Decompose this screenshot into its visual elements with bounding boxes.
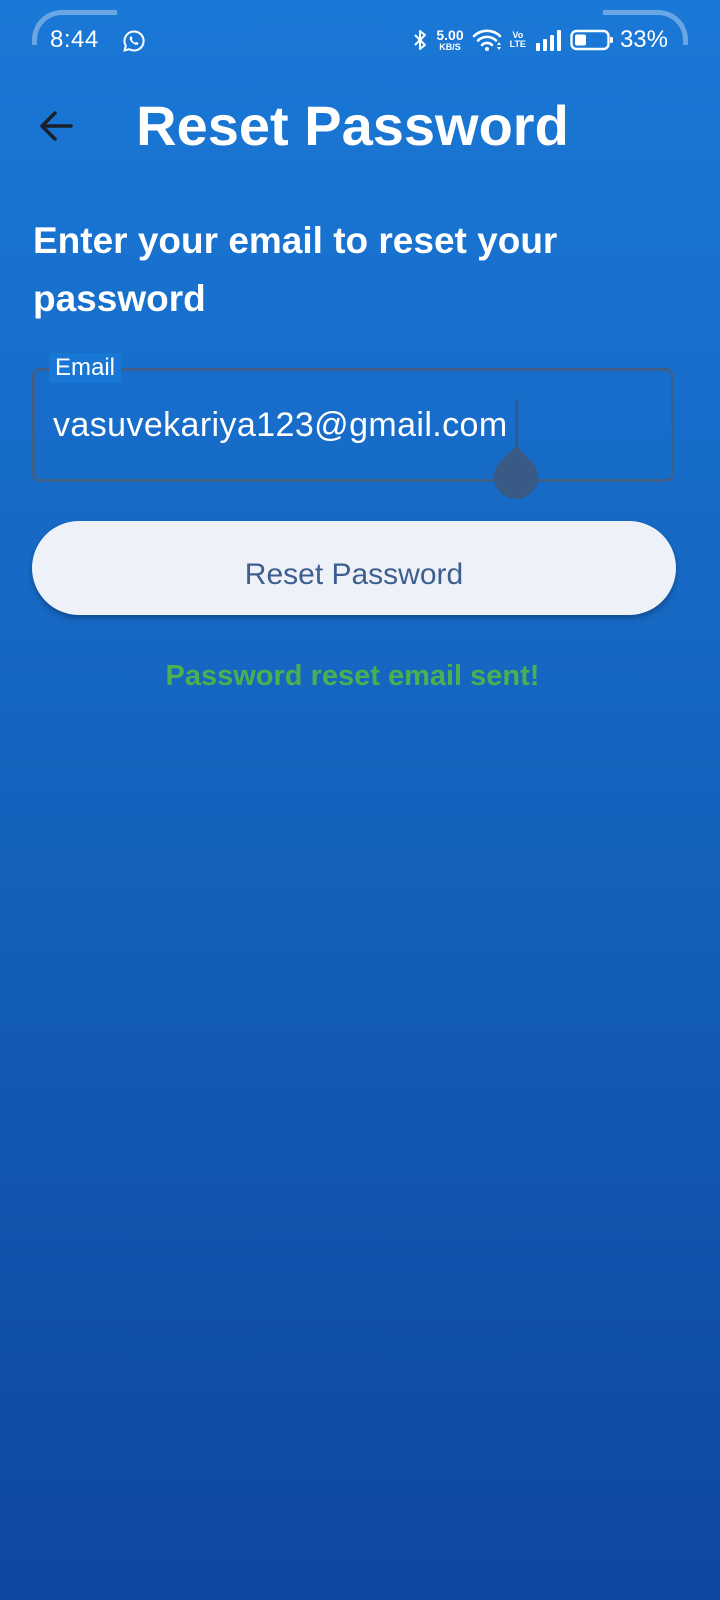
- wifi-icon: [472, 29, 501, 51]
- cursor-handle[interactable]: [484, 445, 548, 509]
- volte-bottom: LTE: [509, 39, 526, 49]
- reset-password-button-label: Reset Password: [244, 558, 464, 585]
- page-title: Reset Password: [136, 94, 569, 157]
- instruction-text: Enter your email to reset your password: [33, 220, 558, 319]
- signal-icon: [535, 30, 561, 51]
- status-clock: 8:44: [50, 26, 99, 53]
- reset-password-button[interactable]: Reset Password: [32, 521, 676, 615]
- status-bar: 8:44 5.00 KB/S Vo LTE 33%: [0, 0, 720, 84]
- network-speed-unit: KB/S: [439, 42, 461, 52]
- email-field[interactable]: Email vasuvekariya123@gmail.com: [32, 353, 674, 509]
- bluetooth-icon: [414, 30, 427, 50]
- network-speed-value: 5.00: [436, 27, 464, 43]
- network-speed: 5.00 KB/S: [436, 28, 463, 52]
- whatsapp-icon: [123, 30, 145, 52]
- success-message: Password reset email sent!: [165, 660, 540, 692]
- battery-percent: 33%: [619, 26, 668, 53]
- battery-indicator: 33%: [570, 26, 668, 54]
- email-field-label: Email: [49, 353, 122, 383]
- status-indicators: 5.00 KB/S Vo LTE 33%: [412, 24, 668, 56]
- volte-indicator: Vo LTE: [510, 31, 526, 49]
- email-field-value[interactable]: vasuvekariya123@gmail.com: [53, 403, 508, 447]
- battery-icon: [570, 29, 613, 51]
